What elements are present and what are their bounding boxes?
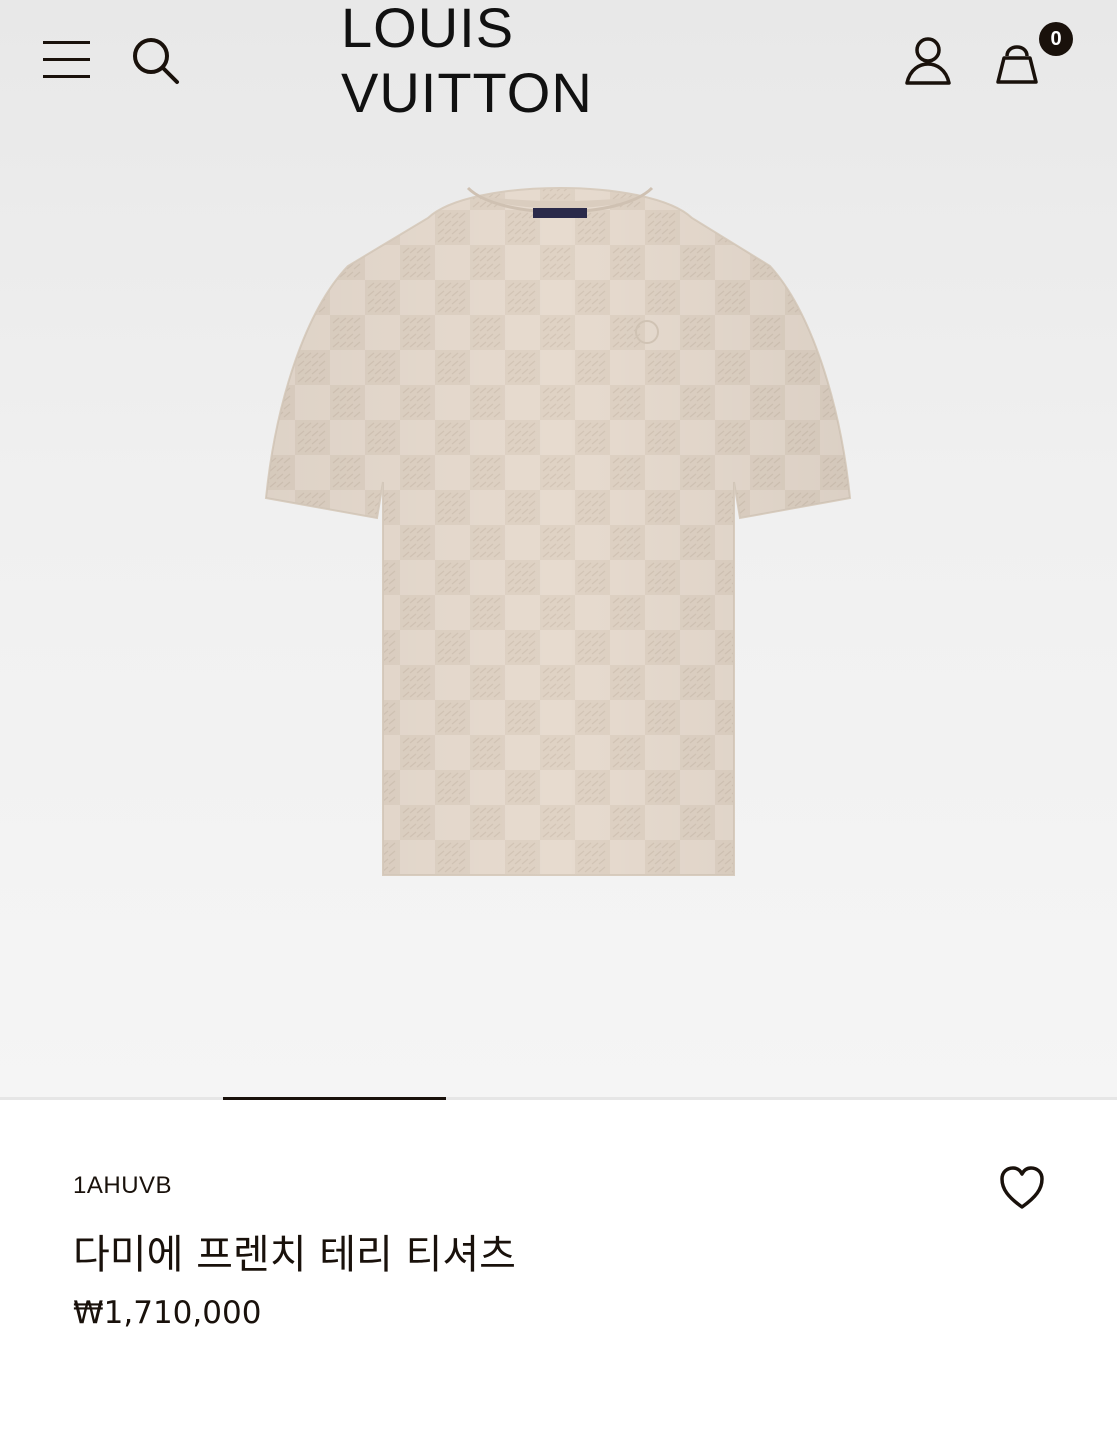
product-name: 다미에 프렌치 테리 티셔츠 (73, 1232, 516, 1278)
gallery-progress (0, 1097, 1117, 1100)
cart-count-badge: 0 (1039, 22, 1073, 56)
product-image[interactable] (250, 170, 870, 890)
product-sku: 1AHUVB (73, 1172, 173, 1199)
gallery-progress-fill (223, 1097, 446, 1100)
site-header: LOUIS VUITTON 0 (0, 0, 1117, 124)
product-gallery[interactable]: LOUIS VUITTON 0 (0, 0, 1117, 1097)
product-price: ₩1,710,000 (73, 1295, 262, 1331)
wishlist-heart-icon[interactable] (998, 1165, 1046, 1211)
menu-icon[interactable] (43, 40, 90, 78)
brand-logo[interactable]: LOUIS VUITTON (341, 0, 777, 124)
search-icon[interactable] (131, 36, 181, 86)
account-icon[interactable] (904, 36, 952, 86)
shopping-bag-icon[interactable] (992, 36, 1042, 86)
